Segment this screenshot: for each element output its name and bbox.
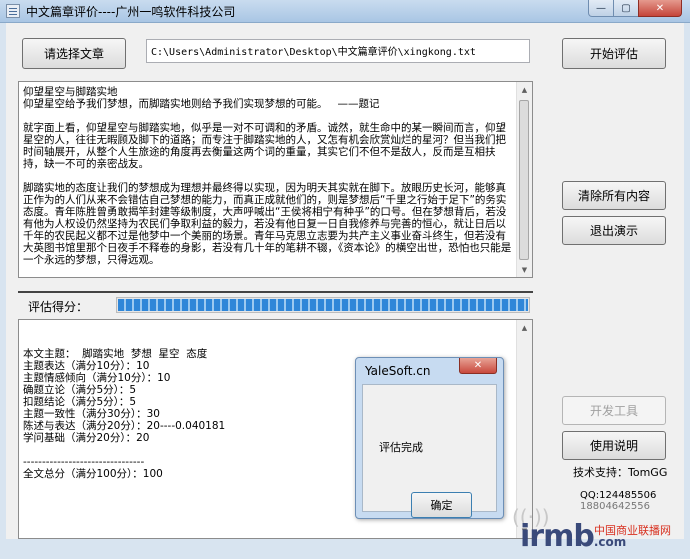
main-window-client: 请选择文章 C:\Users\Administrator\Desktop\中文篇… — [6, 23, 684, 554]
article-text: 仰望星空与脚踏实地 仰望星空给予我们梦想，而脚踏实地则给予我们实现梦想的可能。 … — [23, 86, 512, 266]
scroll-thumb[interactable] — [519, 100, 529, 260]
article-textarea[interactable]: 仰望星空与脚踏实地 仰望星空给予我们梦想，而脚踏实地则给予我们实现梦想的可能。 … — [18, 81, 533, 278]
app-icon — [6, 4, 20, 18]
score-progress-bar — [116, 297, 530, 313]
scroll-up-icon[interactable]: ▲ — [517, 320, 532, 335]
dialog-title: YaleSoft.cn — [365, 364, 431, 378]
watermark-site-text: 中国商业联播网 — [594, 524, 671, 537]
window-title: 中文篇章评价----广州一鸣软件科技公司 — [26, 5, 236, 19]
score-progress-fill — [118, 299, 528, 311]
phone-contact-text: 18804642556 — [580, 501, 650, 512]
score-label: 评估得分： — [28, 300, 89, 314]
start-evaluation-button[interactable]: 开始评估 — [562, 38, 666, 69]
exit-demo-button[interactable]: 退出演示 — [562, 216, 666, 245]
tech-support-text: 技术支持：TomGG — [573, 466, 668, 479]
minimize-icon[interactable]: — — [588, 0, 614, 17]
scroll-up-icon[interactable]: ▲ — [517, 82, 532, 97]
clear-all-button[interactable]: 清除所有内容 — [562, 181, 666, 210]
developer-tools-button[interactable]: 开发工具 — [562, 396, 666, 425]
dialog-ok-button[interactable]: 确定 — [411, 492, 472, 518]
qq-contact-text: QQ:124485506 — [580, 490, 657, 501]
message-dialog: YaleSoft.cn ✕ 评估完成 确定 — [355, 357, 504, 519]
scroll-down-icon[interactable]: ▼ — [517, 262, 532, 277]
title-bar: 中文篇章评价----广州一鸣软件科技公司 — ▢ ✕ — [0, 0, 690, 23]
file-path-input[interactable]: C:\Users\Administrator\Desktop\中文篇章评价\xi… — [146, 39, 530, 63]
close-icon[interactable]: ✕ — [638, 0, 682, 17]
help-button[interactable]: 使用说明 — [562, 431, 666, 460]
dialog-message: 评估完成 — [379, 441, 423, 454]
select-article-button[interactable]: 请选择文章 — [22, 38, 126, 69]
dialog-body: 评估完成 确定 — [362, 384, 497, 518]
watermark-brand-name: irmb — [520, 519, 595, 554]
dialog-close-icon[interactable]: ✕ — [459, 358, 497, 374]
maximize-icon[interactable]: ▢ — [613, 0, 639, 17]
article-scrollbar[interactable]: ▲ ▼ — [516, 82, 532, 277]
divider — [18, 291, 533, 293]
